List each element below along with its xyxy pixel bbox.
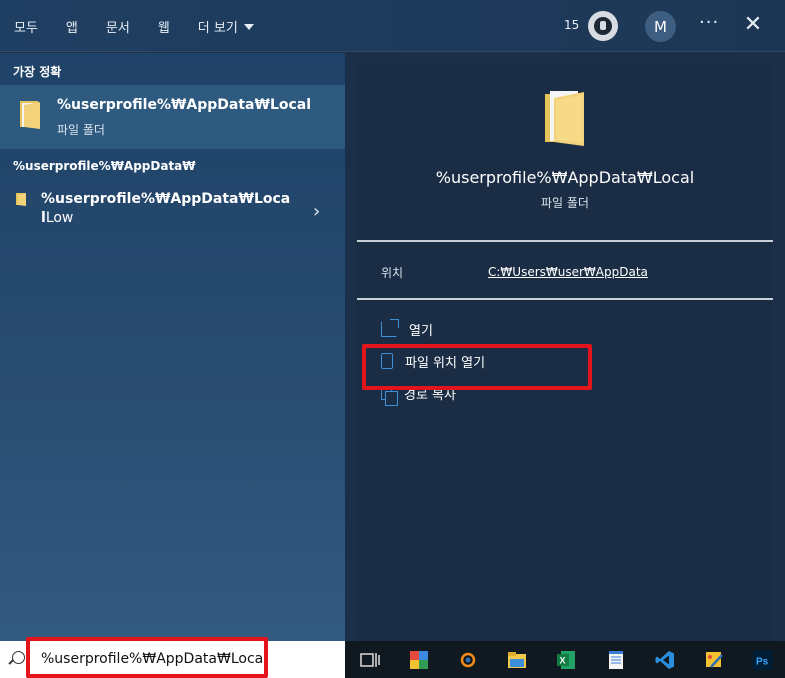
photoshop-icon[interactable]: Ps (752, 649, 774, 671)
group-header: %userprofile%₩AppData₩ (13, 159, 196, 173)
notepad-icon[interactable] (605, 649, 627, 671)
blender-icon[interactable] (456, 649, 478, 671)
list-item-title: %userprofile%₩AppData₩LocalLow (41, 190, 291, 228)
open-icon (381, 319, 399, 337)
filter-tabs: 모두 앱 문서 웹 더 보기 (14, 0, 282, 52)
tab-all-label: 모두 (14, 20, 38, 36)
close-button[interactable]: ✕ (742, 12, 764, 38)
tab-web-label: 웹 (157, 20, 170, 36)
tab-web[interactable]: 웹 (158, 17, 170, 36)
divider (357, 240, 773, 242)
folder-icon (16, 193, 26, 206)
list-item-title-rest: Low (45, 210, 74, 226)
more-options-button[interactable]: ··· (699, 12, 719, 33)
highlight-box (362, 344, 592, 390)
chevron-down-icon (243, 24, 254, 30)
app-icon[interactable] (408, 649, 430, 671)
tab-apps-label: 앱 (65, 20, 78, 36)
list-item-title-match: %userprofile%₩AppData₩Local (41, 191, 291, 226)
file-explorer-icon[interactable] (506, 649, 528, 671)
folder-icon (545, 91, 584, 146)
photoshop-label: Ps (756, 657, 769, 668)
search-icon (12, 651, 25, 664)
open-action-label: 열기 (409, 323, 433, 339)
location-link[interactable]: C:₩Users₩user₩AppData (488, 265, 648, 279)
open-action[interactable]: 열기 (381, 318, 433, 340)
paint-icon[interactable] (703, 649, 725, 671)
tab-documents-label: 문서 (105, 20, 130, 36)
preview-title: %userprofile%₩AppData₩Local (435, 168, 695, 187)
tab-more[interactable]: 더 보기 (198, 17, 254, 36)
list-item[interactable]: %userprofile%₩AppData₩LocalLow › (0, 187, 345, 233)
chevron-right-icon[interactable]: › (313, 201, 320, 222)
best-match-title: %userprofile%₩AppData₩Local (57, 97, 312, 113)
rewards-count: 15 (564, 18, 580, 32)
results-pane: 가장 정확 %userprofile%₩AppData₩Local 파일 폴더 … (0, 53, 345, 641)
avatar[interactable]: M (645, 11, 676, 42)
vscode-icon[interactable] (654, 649, 676, 671)
best-match-header: 가장 정확 (13, 65, 62, 79)
tab-more-label: 더 보기 (197, 20, 238, 36)
excel-icon[interactable]: X (555, 649, 577, 671)
preview-subtitle: 파일 폴더 (541, 196, 589, 210)
tab-documents[interactable]: 문서 (106, 17, 130, 36)
folder-icon (20, 101, 40, 129)
tab-apps[interactable]: 앱 (66, 17, 78, 36)
svg-text:X: X (560, 656, 566, 666)
taskbar: X Ps (345, 641, 785, 678)
best-match-subtitle: 파일 폴더 (57, 123, 105, 137)
best-match-result[interactable]: %userprofile%₩AppData₩Local 파일 폴더 (0, 85, 345, 149)
highlight-box (26, 637, 268, 678)
top-bar: 모두 앱 문서 웹 더 보기 15 M ··· ✕ (0, 0, 785, 52)
rewards-icon[interactable] (588, 11, 618, 41)
task-view-icon[interactable] (359, 649, 381, 671)
divider (357, 298, 773, 300)
location-label: 위치 (381, 266, 404, 280)
tab-all[interactable]: 모두 (14, 17, 38, 36)
